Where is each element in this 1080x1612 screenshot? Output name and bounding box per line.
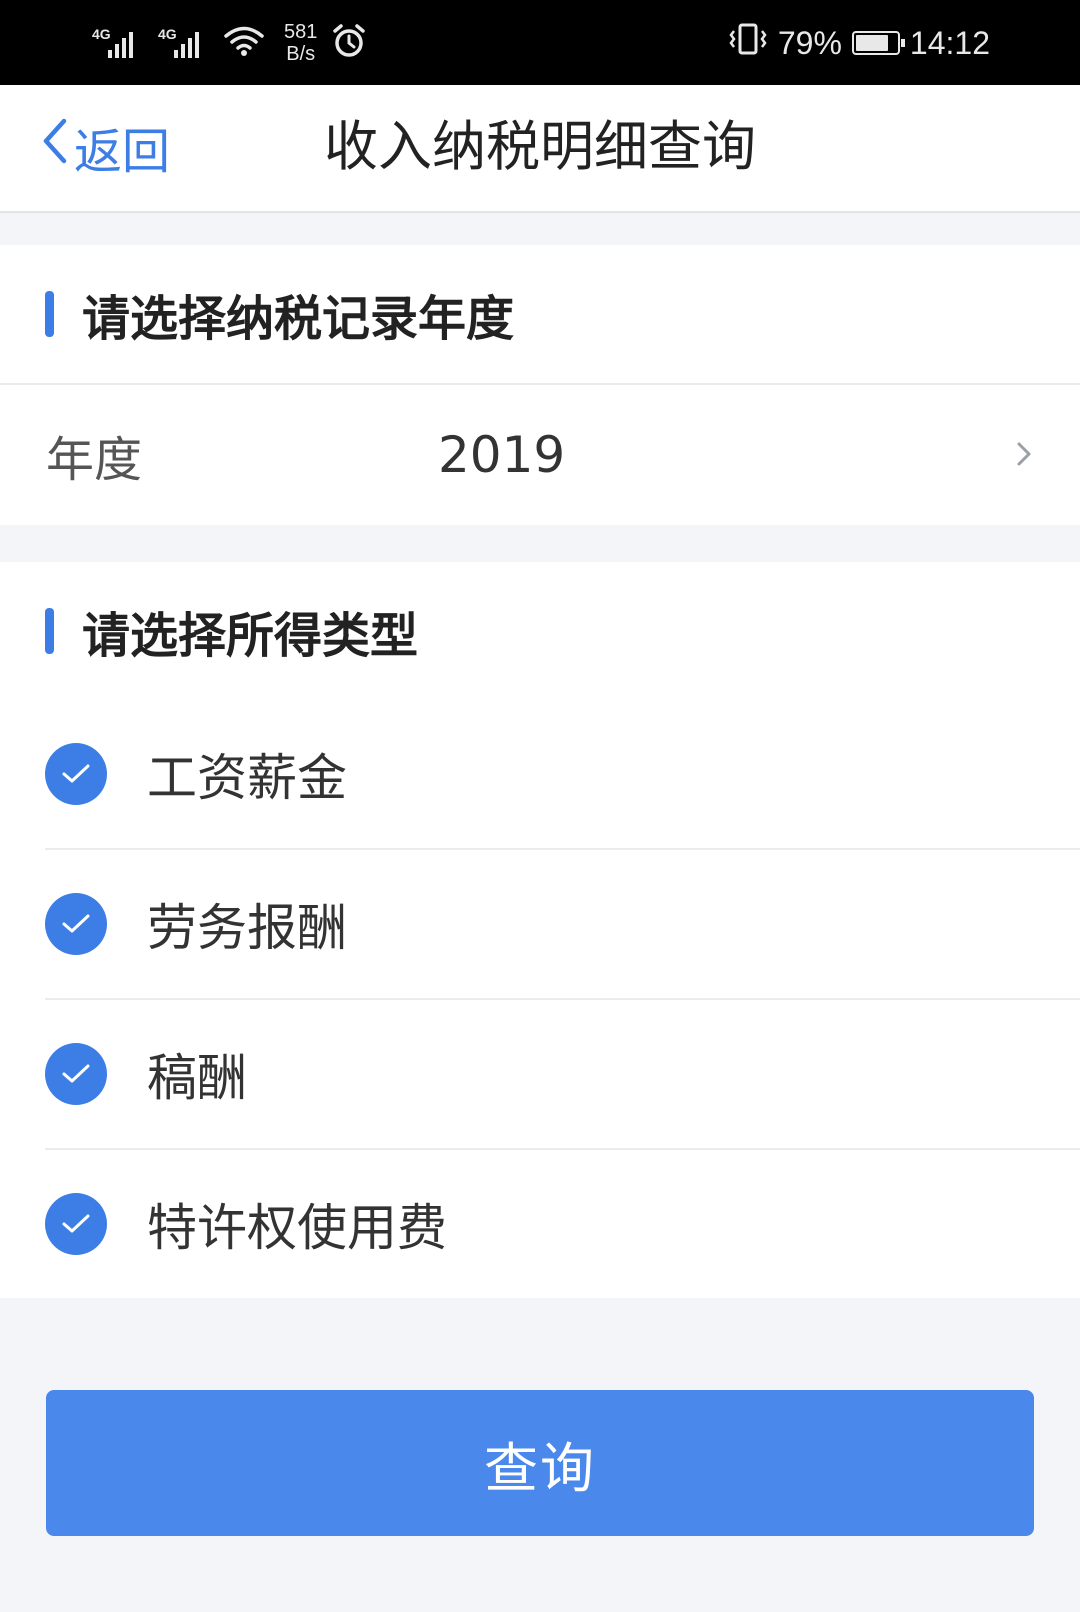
income-type-item[interactable]: 工资薪金 bbox=[45, 700, 1080, 848]
back-button[interactable]: 返回 bbox=[40, 115, 171, 180]
vibrate-icon bbox=[728, 22, 768, 64]
checkbox-checked-icon[interactable] bbox=[45, 893, 107, 955]
section-header: 请选择所得类型 bbox=[0, 562, 1080, 700]
income-type-label: 特许权使用费 bbox=[147, 1199, 447, 1257]
battery-percent: 79% bbox=[777, 24, 842, 61]
status-left: 4G 4G 581 B/s bbox=[92, 18, 367, 68]
back-label: 返回 bbox=[74, 124, 171, 180]
income-type-label: 劳务报酬 bbox=[147, 899, 347, 957]
year-label: 年度 bbox=[46, 432, 143, 488]
battery-icon bbox=[851, 31, 905, 55]
income-type-list: 工资薪金 劳务报酬 稿酬 特许权使用费 bbox=[0, 700, 1080, 1298]
status-bar: 4G 4G 581 B/s 79% 14:12 bbox=[0, 0, 1080, 85]
income-type-label: 稿酬 bbox=[147, 1049, 247, 1107]
checkbox-checked-icon[interactable] bbox=[45, 743, 107, 805]
income-type-section: 请选择所得类型 工资薪金 劳务报酬 稿酬 特许权使用费 bbox=[0, 562, 1080, 1298]
signal-icon: 4G bbox=[92, 24, 144, 62]
network-speed: 581 B/s bbox=[284, 21, 317, 65]
income-type-label: 工资薪金 bbox=[147, 749, 347, 807]
section-marker bbox=[45, 291, 54, 337]
year-selector[interactable]: 年度 2019 bbox=[0, 383, 1080, 525]
section-header: 请选择纳税记录年度 bbox=[0, 245, 1080, 383]
checkbox-checked-icon[interactable] bbox=[45, 1193, 107, 1255]
clock-time: 14:12 bbox=[909, 24, 990, 61]
section-marker bbox=[45, 608, 54, 654]
speed-unit: B/s bbox=[286, 43, 316, 65]
chevron-left-icon bbox=[40, 117, 74, 177]
income-type-item[interactable]: 劳务报酬 bbox=[45, 848, 1080, 998]
navigation-bar: 收入纳税明细查询 返回 bbox=[0, 85, 1080, 213]
alarm-icon bbox=[331, 23, 367, 64]
status-right: 79% 14:12 bbox=[728, 18, 990, 68]
year-section-title: 请选择纳税记录年度 bbox=[82, 291, 515, 347]
income-type-item[interactable]: 特许权使用费 bbox=[45, 1148, 1080, 1298]
income-type-section-title: 请选择所得类型 bbox=[82, 608, 419, 664]
signal-icon: 4G bbox=[158, 24, 210, 62]
query-button[interactable]: 查询 bbox=[46, 1390, 1034, 1536]
speed-value: 581 bbox=[284, 21, 318, 43]
income-type-item[interactable]: 稿酬 bbox=[45, 998, 1080, 1148]
wifi-icon bbox=[224, 25, 264, 62]
chevron-right-icon bbox=[1016, 441, 1032, 471]
year-value: 2019 bbox=[438, 426, 566, 484]
year-section: 请选择纳税记录年度 年度 2019 bbox=[0, 245, 1080, 525]
checkbox-checked-icon[interactable] bbox=[45, 1043, 107, 1105]
